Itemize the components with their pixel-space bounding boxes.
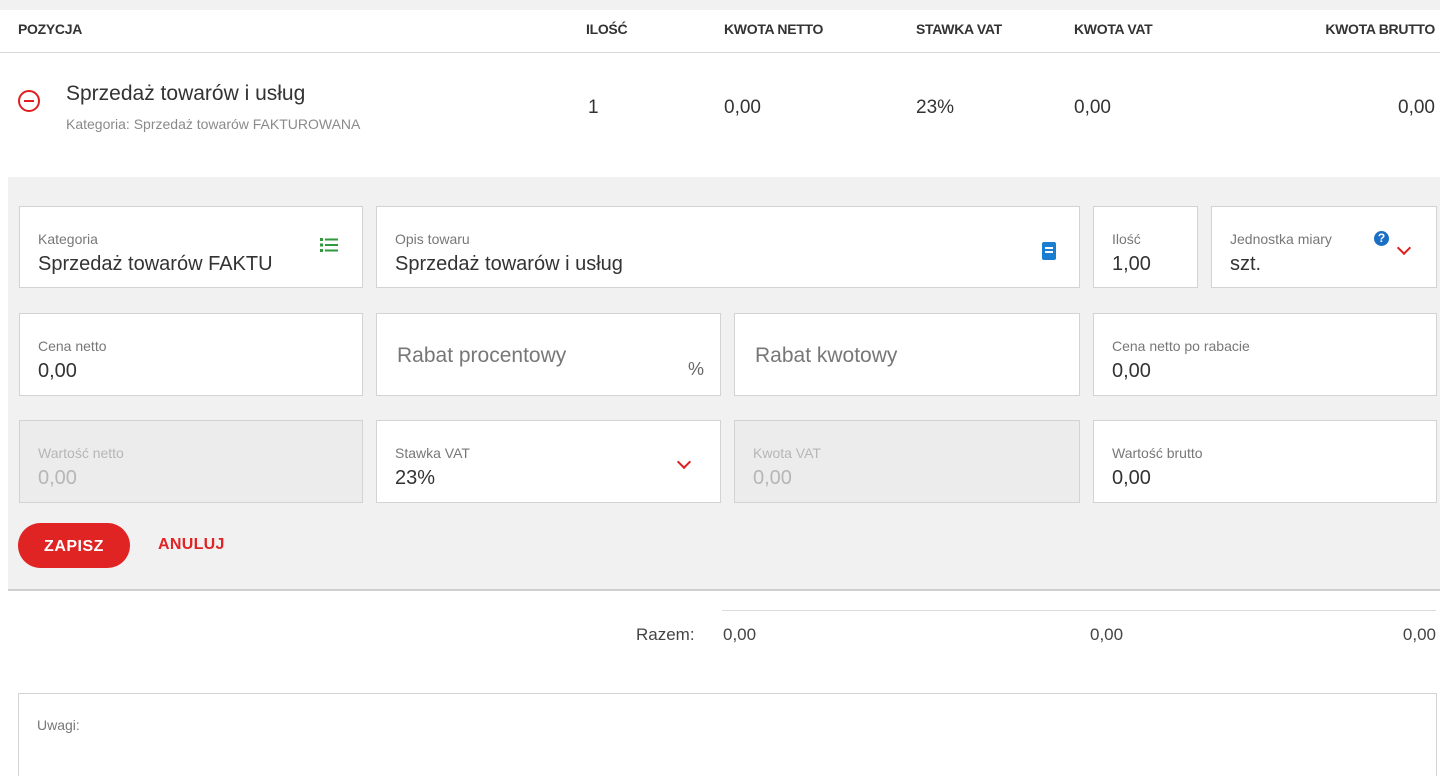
jednostka-miary-label: Jednostka miary xyxy=(1230,231,1332,247)
header-kwota-vat: KWOTA VAT xyxy=(1074,21,1153,37)
notes-textarea[interactable]: Uwagi: xyxy=(18,693,1437,776)
opis-towaru-field[interactable]: Opis towaru Sprzedaż towarów i usług xyxy=(376,206,1080,288)
chevron-down-icon[interactable] xyxy=(1396,240,1412,256)
item-kwota-vat: 0,00 xyxy=(1074,97,1111,118)
stawka-vat-label: Stawka VAT xyxy=(395,445,470,461)
cena-po-rabacie-value: 0,00 xyxy=(1112,360,1151,382)
rabat-kwotowy-placeholder: Rabat kwotowy xyxy=(755,344,898,367)
stawka-vat-select[interactable]: Stawka VAT 23% xyxy=(376,420,721,503)
save-button[interactable]: ZAPISZ xyxy=(18,523,130,568)
item-kwota-netto: 0,00 xyxy=(724,97,761,118)
totals-vat: 0,00 xyxy=(1090,625,1124,644)
header-kwota-brutto: KWOTA BRUTTO xyxy=(1325,21,1435,37)
totals-netto: 0,00 xyxy=(723,625,757,644)
header-stawka-vat: STAWKA VAT xyxy=(916,21,1002,37)
cena-netto-label: Cena netto xyxy=(38,338,107,354)
ilosc-value: 1,00 xyxy=(1112,253,1151,275)
wartosc-netto-value: 0,00 xyxy=(38,467,77,489)
kwota-vat-label: Kwota VAT xyxy=(753,445,821,461)
item-row[interactable] xyxy=(0,53,1440,177)
kategoria-value: Sprzedaż towarów FAKTU xyxy=(38,253,273,275)
stawka-vat-value: 23% xyxy=(395,467,436,489)
kategoria-label: Kategoria xyxy=(38,231,98,247)
wartosc-brutto-field[interactable]: Wartość brutto 0,00 xyxy=(1093,420,1437,503)
kwota-vat-field: Kwota VAT 0,00 xyxy=(734,420,1080,503)
rabat-procentowy-placeholder: Rabat procentowy xyxy=(397,344,567,367)
totals-label: Razem: xyxy=(636,625,695,644)
ilosc-field[interactable]: Ilość 1,00 xyxy=(1093,206,1198,288)
header-kwota-netto: KWOTA NETTO xyxy=(724,21,824,37)
minus-circle-icon[interactable] xyxy=(18,90,40,112)
wartosc-brutto-label: Wartość brutto xyxy=(1112,445,1203,461)
rabat-kwotowy-input[interactable]: Rabat kwotowy xyxy=(734,313,1080,396)
item-ilosc: 1 xyxy=(588,97,599,118)
header-pozycja: POZYCJA xyxy=(18,21,83,37)
totals-brutto: 0,00 xyxy=(1402,625,1436,644)
cena-po-rabacie-label: Cena netto po rabacie xyxy=(1112,338,1250,354)
book-icon[interactable] xyxy=(1042,242,1056,260)
jednostka-miary-select[interactable]: Jednostka miary ? szt. xyxy=(1211,206,1437,288)
help-icon[interactable]: ? xyxy=(1374,231,1389,246)
chevron-down-icon[interactable] xyxy=(676,454,692,470)
cena-netto-field[interactable]: Cena netto 0,00 xyxy=(19,313,363,396)
item-name: Sprzedaż towarów i usług xyxy=(66,82,306,105)
wartosc-netto-label: Wartość netto xyxy=(38,445,124,461)
jednostka-miary-value: szt. xyxy=(1230,253,1262,275)
percent-suffix: % xyxy=(687,359,704,379)
kwota-vat-value: 0,00 xyxy=(753,467,792,489)
item-category: Kategoria: Sprzedaż towarów FAKTUROWANA xyxy=(66,116,361,132)
header-ilosc: ILOŚĆ xyxy=(586,21,628,37)
ilosc-label: Ilość xyxy=(1112,231,1141,247)
notes-label: Uwagi: xyxy=(37,717,80,733)
cena-po-rabacie-field[interactable]: Cena netto po rabacie 0,00 xyxy=(1093,313,1437,396)
top-band xyxy=(0,0,1440,10)
cancel-button[interactable]: ANULUJ xyxy=(158,536,225,554)
rabat-procentowy-input[interactable]: Rabat procentowy % xyxy=(376,313,721,396)
totals-divider xyxy=(722,610,1436,611)
opis-towaru-value: Sprzedaż towarów i usług xyxy=(395,253,623,275)
wartosc-brutto-value: 0,00 xyxy=(1112,467,1151,489)
opis-towaru-label: Opis towaru xyxy=(395,231,470,247)
table-header: POZYCJA ILOŚĆ KWOTA NETTO STAWKA VAT KWO… xyxy=(0,10,1440,53)
kategoria-field[interactable]: Kategoria Sprzedaż towarów FAKTU xyxy=(19,206,363,288)
item-stawka-vat: 23% xyxy=(916,97,955,118)
wartosc-netto-field: Wartość netto 0,00 xyxy=(19,420,363,503)
item-kwota-brutto: 0,00 xyxy=(1398,97,1435,118)
list-icon[interactable] xyxy=(320,237,338,253)
cena-netto-value: 0,00 xyxy=(38,360,77,382)
